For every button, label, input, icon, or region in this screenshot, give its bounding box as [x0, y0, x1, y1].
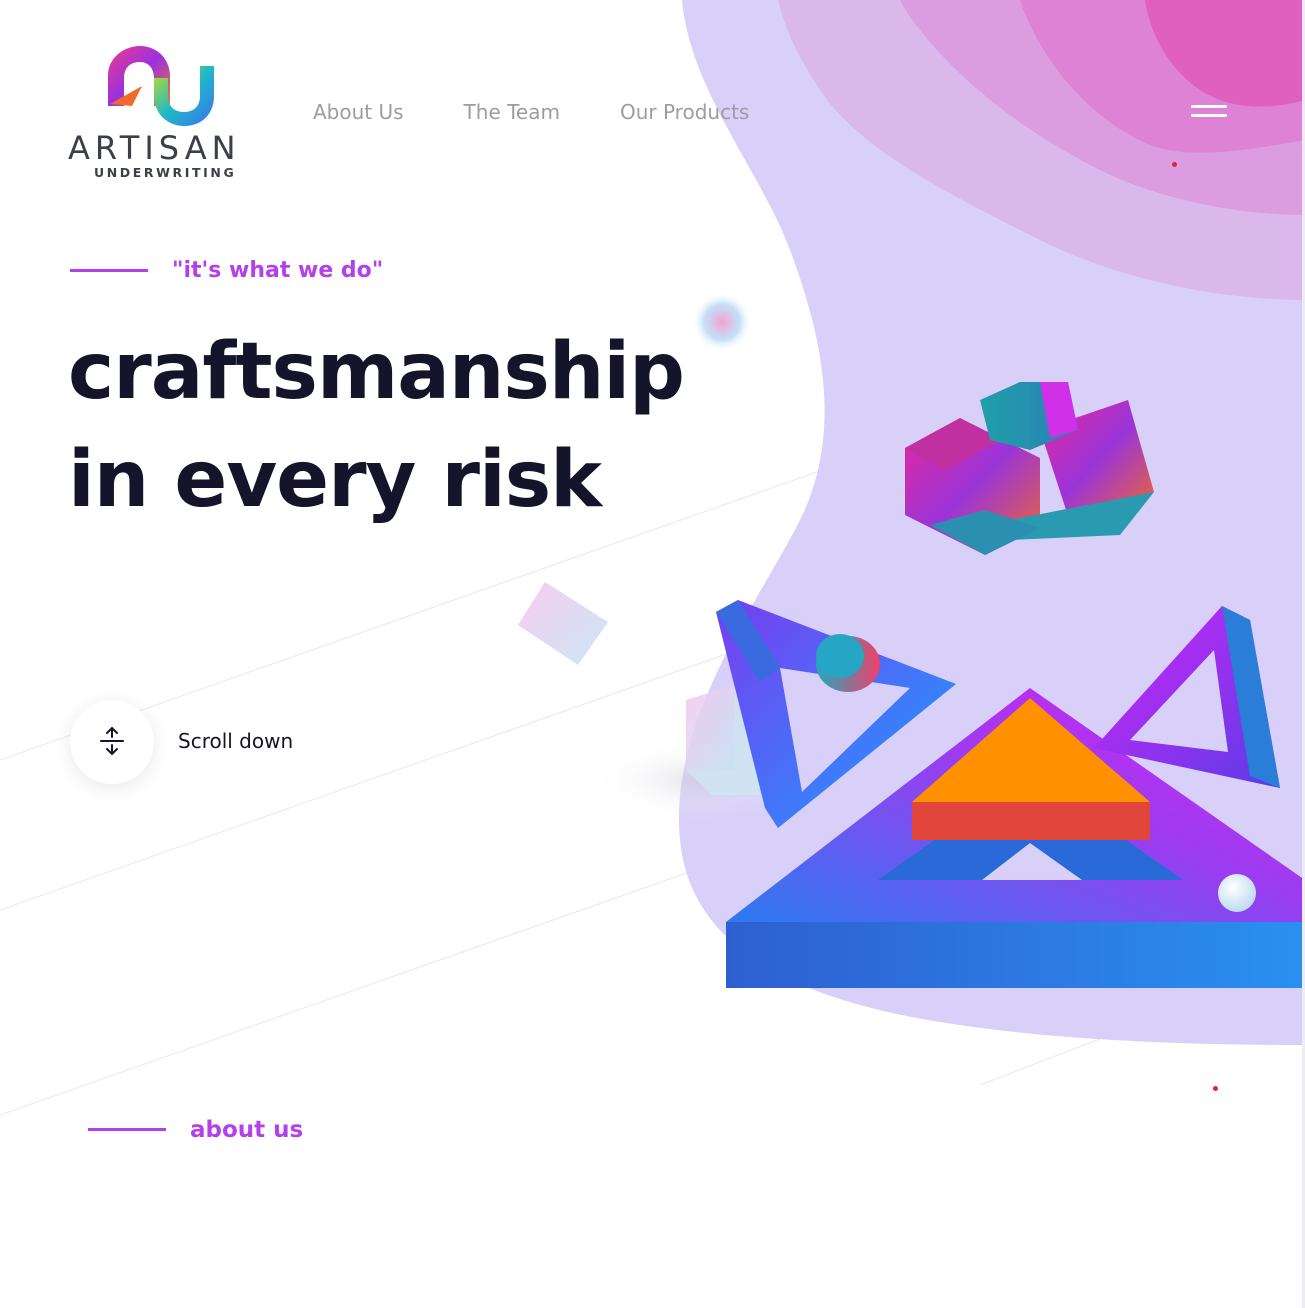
expand-vertical-icon [100, 726, 124, 756]
main-navigation: About Us The Team Our Products [313, 98, 749, 128]
brand-logo[interactable]: ARTISAN UNDERWRITING [68, 44, 258, 184]
hero-illustration [518, 0, 1305, 1045]
brand-name: ARTISAN [68, 129, 241, 167]
decorative-dot [1213, 1086, 1218, 1091]
hero-headline: craftsmanship in every risk [68, 318, 748, 534]
artisan-logo-icon [108, 46, 214, 126]
brand-subtitle: UNDERWRITING [94, 165, 237, 180]
about-accent-line [88, 1128, 166, 1131]
headline-line-1: craftsmanship [68, 327, 685, 417]
scroll-down-label[interactable]: Scroll down [178, 727, 293, 755]
nav-link-our-products[interactable]: Our Products [620, 98, 749, 128]
about-heading: about us [190, 1117, 304, 1143]
decorative-dot [1172, 162, 1177, 167]
hamburger-menu-icon[interactable] [1186, 100, 1230, 124]
tagline-text: "it's what we do" [172, 258, 384, 283]
nav-link-about-us[interactable]: About Us [313, 98, 404, 128]
nav-link-the-team[interactable]: The Team [464, 98, 560, 128]
tagline-accent-line [70, 269, 148, 272]
headline-line-2: in every risk [68, 435, 602, 525]
scroll-down-button[interactable] [70, 700, 154, 784]
background-guide-lines [0, 299, 1305, 1116]
